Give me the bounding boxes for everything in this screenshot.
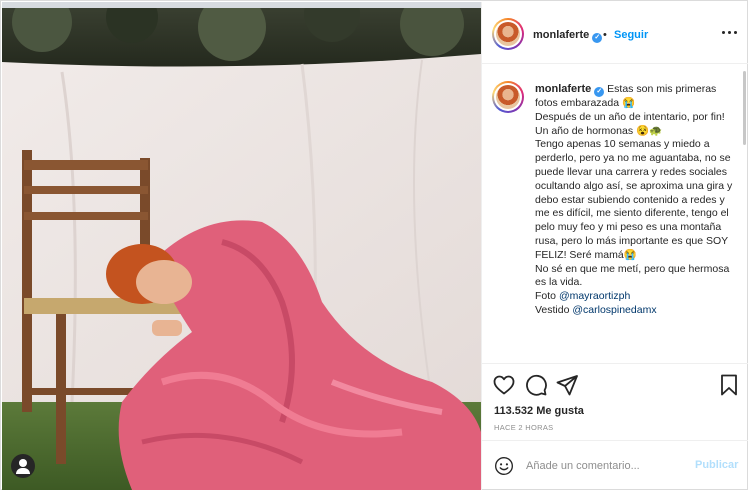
post-header: monlaferte ✓ • Seguir — [482, 2, 748, 64]
more-dot — [728, 31, 731, 34]
post-timestamp[interactable]: HACE 2 HORAS — [494, 423, 553, 432]
user-tag-icon[interactable] — [11, 454, 35, 478]
caption-text-2: Después de un año de intentario, por fin… — [535, 110, 725, 123]
comment-bubble-icon — [526, 374, 547, 396]
bookmark-icon — [721, 374, 737, 396]
verified-badge-icon: ✓ — [592, 33, 603, 43]
comment-button[interactable] — [524, 373, 548, 397]
post-photo[interactable] — [2, 2, 481, 490]
post-caption: monlaferte ✓ Estas son mis primeras fotos… — [535, 83, 733, 318]
avatar[interactable] — [492, 18, 524, 50]
publish-button[interactable]: Publicar — [695, 459, 738, 471]
username-link[interactable]: monlaferte — [533, 29, 589, 41]
save-button[interactable] — [717, 373, 741, 397]
caption-text-3: Un año de hormonas 😵🐢 — [535, 124, 663, 137]
share-button[interactable] — [555, 373, 579, 397]
designer-mention-link[interactable]: @carlospinedamx — [572, 304, 656, 316]
paper-plane-icon — [556, 375, 578, 396]
caption-text-4: Tengo apenas 10 semanas y miedo a perder… — [535, 138, 733, 261]
caption-avatar[interactable] — [492, 81, 524, 113]
caption-credit-dress: Vestido @carlospinedamx — [535, 304, 733, 318]
comment-input[interactable] — [526, 456, 686, 476]
header-username-wrap: monlaferte ✓ — [533, 29, 603, 43]
caption-line: monlaferte ✓ Estas son mis primeras fotos… — [535, 83, 733, 111]
caption-scroll-area[interactable]: monlaferte ✓ Estas son mis primeras fotos… — [482, 65, 748, 364]
credit-label: Vestido — [535, 303, 570, 316]
user-tag-body — [16, 468, 30, 474]
more-dot — [734, 31, 737, 34]
caption-credit-photo: Foto @mayraortizph — [535, 290, 733, 304]
action-bar — [482, 373, 748, 401]
heart-icon — [493, 375, 515, 395]
credit-label: Foto — [535, 290, 557, 303]
photographer-mention-link[interactable]: @mayraortizph — [559, 290, 630, 302]
caption-scrollbar[interactable] — [743, 71, 746, 145]
smiley-icon — [495, 457, 513, 475]
avatar-picture — [496, 85, 520, 109]
avatar-picture — [496, 22, 520, 46]
comment-form: Publicar — [482, 440, 748, 490]
like-button[interactable] — [492, 373, 516, 397]
follow-button[interactable]: Seguir — [614, 29, 648, 41]
emoji-button[interactable] — [494, 456, 514, 476]
more-options-icon[interactable] — [722, 30, 738, 36]
verified-badge-icon: ✓ — [594, 87, 605, 97]
caption-text-5: No sé en que me metí, pero que hermosa e… — [535, 262, 730, 289]
caption-username[interactable]: monlaferte — [535, 83, 591, 95]
post-image — [2, 2, 481, 490]
header-separator: • — [603, 29, 607, 41]
like-count[interactable]: 113.532 Me gusta — [494, 405, 584, 417]
post-side-panel: monlaferte ✓ • Seguir monlaferte ✓ Estas s… — [481, 2, 748, 490]
more-dot — [722, 31, 725, 34]
user-tag-head — [19, 459, 27, 467]
instagram-post-modal: monlaferte ✓ • Seguir monlaferte ✓ Estas s… — [0, 0, 748, 490]
